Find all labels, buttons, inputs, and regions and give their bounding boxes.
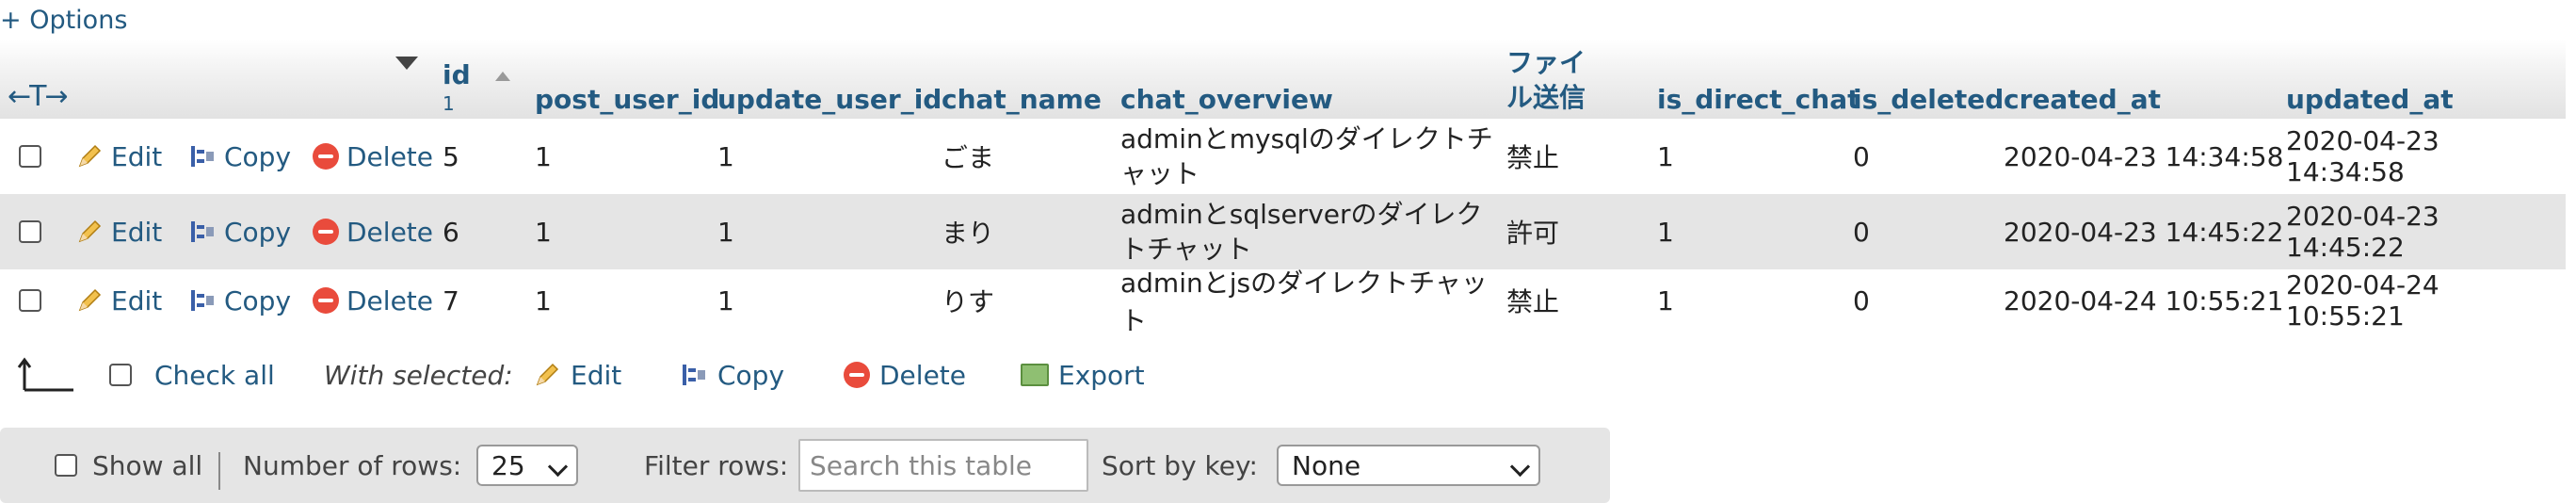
- cell-chat-overview[interactable]: adminとmysqlのダイレクトチャット: [1113, 119, 1499, 194]
- row-copy-button[interactable]: Copy: [185, 194, 309, 269]
- table-row: Edit Copy Delete 6 1 1 まり adminとsqlserve…: [0, 194, 2566, 269]
- column-header-is-deleted[interactable]: is_deleted: [1845, 40, 2004, 119]
- copy-icon: [191, 221, 214, 242]
- column-header-id[interactable]: id 1: [435, 40, 531, 119]
- delete-icon: [313, 287, 339, 314]
- column-header-chat-name[interactable]: chat_name: [934, 40, 1113, 119]
- cell-chat-name[interactable]: まり: [934, 194, 1113, 269]
- divider: [218, 452, 220, 490]
- id-header-label: id: [443, 59, 471, 90]
- bulk-export-button[interactable]: Export: [1021, 360, 1145, 391]
- number-of-rows-select[interactable]: 25: [476, 445, 578, 486]
- column-header-is-direct-chat[interactable]: is_direct_chat: [1650, 40, 1860, 119]
- copy-icon: [191, 146, 214, 167]
- bulk-copy-button[interactable]: Copy: [680, 360, 784, 391]
- column-header-chat-overview[interactable]: chat_overview: [1113, 40, 1506, 119]
- cell-chat-name[interactable]: りす: [934, 269, 1113, 332]
- bulk-arrow-icon: [15, 356, 75, 394]
- cell-chat-name[interactable]: ごま: [934, 119, 1113, 194]
- row-copy-button[interactable]: Copy: [185, 119, 309, 194]
- cell-updated-at[interactable]: 2020-04-23 14:34:58: [2278, 119, 2566, 194]
- show-all-label[interactable]: Show all: [92, 450, 202, 481]
- table-row: Edit Copy Delete 5 1 1 ごま adminとmysqlのダイ…: [0, 119, 2566, 194]
- cell-updated-at[interactable]: 2020-04-23 14:45:22: [2278, 194, 2566, 269]
- delete-icon: [313, 143, 339, 170]
- cell-update-user-id[interactable]: 1: [710, 119, 934, 194]
- cell-created-at[interactable]: 2020-04-23 14:34:58: [1996, 119, 2284, 194]
- cell-is-direct-chat[interactable]: 1: [1650, 119, 1853, 194]
- cell-chat-overview[interactable]: adminとsqlserverのダイレクトチャット: [1113, 194, 1499, 269]
- bulk-actions-bar: Check all With selected: Edit Copy Delet…: [0, 347, 1619, 403]
- copy-icon: [191, 290, 214, 311]
- with-selected-label: With selected:: [324, 359, 513, 391]
- show-all-control[interactable]: Show all: [55, 428, 202, 503]
- cell-created-at[interactable]: 2020-04-23 14:45:22: [1996, 194, 2284, 269]
- row-delete-button[interactable]: Delete: [309, 269, 437, 332]
- cell-is-deleted[interactable]: 0: [1845, 194, 1996, 269]
- check-all-control[interactable]: Check all: [109, 360, 275, 391]
- show-all-checkbox[interactable]: [55, 454, 77, 477]
- delete-icon: [844, 362, 870, 388]
- cell-updated-at[interactable]: 2020-04-24 10:55:21: [2278, 269, 2566, 332]
- cell-update-user-id[interactable]: 1: [710, 194, 934, 269]
- cell-file[interactable]: 禁止: [1499, 119, 1650, 194]
- table-row: Edit Copy Delete 7 1 1 りす adminとjsのダイレクト…: [0, 268, 2566, 336]
- options-link[interactable]: + Options: [0, 6, 127, 35]
- row-delete-button[interactable]: Delete: [309, 119, 437, 194]
- column-header-update-user-id[interactable]: update_user_id: [710, 40, 942, 119]
- column-header-post-user-id[interactable]: post_user_id: [527, 40, 719, 119]
- bulk-edit-button[interactable]: Edit: [533, 360, 621, 391]
- row-copy-button[interactable]: Copy: [185, 269, 309, 332]
- filter-rows-label: Filter rows:: [644, 449, 789, 481]
- pencil-icon: [78, 219, 102, 243]
- cell-post-user-id[interactable]: 1: [527, 194, 710, 269]
- column-header-created-at[interactable]: created_at: [1996, 40, 2284, 119]
- cell-id[interactable]: 5: [435, 119, 531, 194]
- column-dropdown-icon[interactable]: [395, 57, 418, 70]
- cell-created-at[interactable]: 2020-04-24 10:55:21: [1996, 269, 2284, 332]
- cell-is-deleted[interactable]: 0: [1845, 269, 1996, 332]
- number-of-rows-label: Number of rows:: [243, 449, 462, 481]
- pencil-icon: [78, 288, 102, 312]
- row-edit-button[interactable]: Edit: [72, 119, 185, 194]
- cell-post-user-id[interactable]: 1: [527, 119, 710, 194]
- cell-chat-overview[interactable]: adminとjsのダイレクトチャット: [1113, 268, 1506, 336]
- cell-file[interactable]: 禁止: [1499, 269, 1650, 332]
- cell-is-direct-chat[interactable]: 1: [1650, 194, 1853, 269]
- row-delete-button[interactable]: Delete: [309, 194, 437, 269]
- row-checkbox[interactable]: [19, 289, 41, 312]
- sort-by-key-select[interactable]: None: [1277, 445, 1540, 486]
- cell-post-user-id[interactable]: 1: [527, 269, 710, 332]
- pencil-icon: [78, 144, 102, 168]
- cell-id[interactable]: 7: [435, 269, 531, 332]
- cell-id[interactable]: 6: [435, 194, 531, 269]
- sort-ascending-icon: [494, 72, 510, 81]
- export-icon: [1021, 364, 1049, 386]
- table-navigation-bar: Show all Number of rows: 25 Filter rows:…: [0, 428, 1610, 503]
- row-checkbox[interactable]: [19, 220, 41, 243]
- cell-is-deleted[interactable]: 0: [1845, 119, 1996, 194]
- row-edit-button[interactable]: Edit: [72, 194, 185, 269]
- row-edit-button[interactable]: Edit: [72, 269, 185, 332]
- filter-rows-input[interactable]: Search this table: [798, 439, 1088, 492]
- copy-icon: [683, 365, 705, 385]
- column-header-file[interactable]: ファイル送信: [1499, 40, 1593, 119]
- cell-update-user-id[interactable]: 1: [710, 269, 934, 332]
- check-all-label[interactable]: Check all: [154, 360, 275, 391]
- delete-icon: [313, 219, 339, 245]
- id-header-sort-index: 1: [443, 92, 455, 115]
- cell-is-direct-chat[interactable]: 1: [1650, 269, 1853, 332]
- bulk-delete-button[interactable]: Delete: [844, 360, 966, 391]
- pencil-icon: [536, 363, 559, 386]
- column-arrows-icon[interactable]: ←T→: [8, 80, 69, 113]
- row-checkbox[interactable]: [19, 145, 41, 168]
- table-header: ←T→ id 1 post_user_id update_user_id cha…: [0, 40, 2566, 120]
- chevron-down-icon: [1509, 456, 1531, 478]
- chevron-down-icon: [547, 456, 569, 478]
- cell-file[interactable]: 許可: [1499, 194, 1650, 269]
- column-header-updated-at[interactable]: updated_at: [2278, 40, 2566, 119]
- check-all-checkbox[interactable]: [109, 364, 132, 386]
- sort-by-key-label: Sort by key:: [1102, 449, 1258, 481]
